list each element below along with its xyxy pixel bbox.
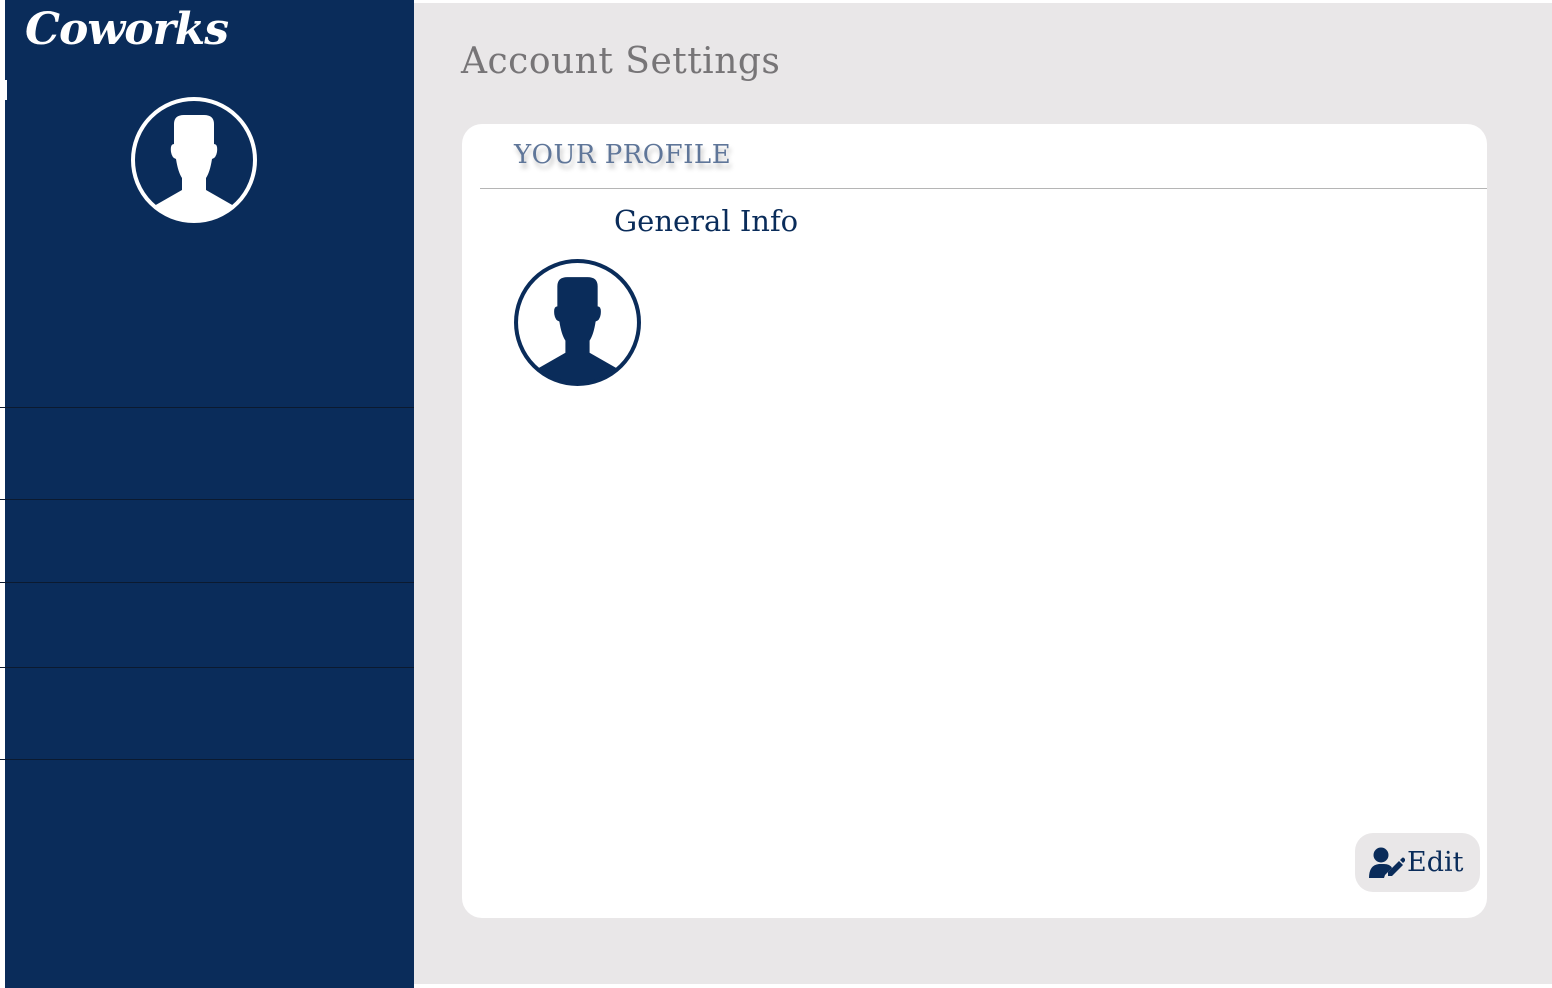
user-silhouette-icon[interactable] <box>130 96 258 224</box>
edit-button[interactable]: Edit <box>1355 833 1480 892</box>
logo-notch <box>5 80 7 100</box>
user-silhouette-icon[interactable] <box>513 258 642 387</box>
nav-item-3[interactable] <box>5 583 414 667</box>
edit-button-label: Edit <box>1407 847 1464 878</box>
nav-item-1[interactable] <box>5 408 414 499</box>
user-edit-icon <box>1369 847 1406 879</box>
main-content: Account Settings YOUR PROFILE General In… <box>414 3 1552 984</box>
card-divider <box>480 188 1487 189</box>
nav-divider <box>0 759 414 760</box>
profile-card: YOUR PROFILE General Info Edit <box>462 124 1487 918</box>
page-title: Account Settings <box>461 41 781 82</box>
app-logo[interactable]: Coworks <box>25 4 229 55</box>
section-title-general-info: General Info <box>614 204 799 238</box>
nav-item-4[interactable] <box>5 668 414 759</box>
sidebar: Coworks <box>0 0 414 988</box>
card-heading: YOUR PROFILE <box>514 140 732 170</box>
nav-item-2[interactable] <box>5 500 414 582</box>
